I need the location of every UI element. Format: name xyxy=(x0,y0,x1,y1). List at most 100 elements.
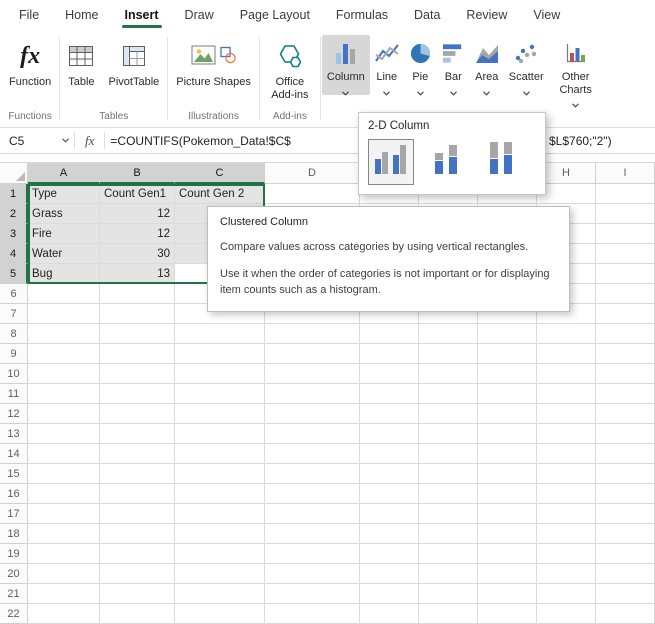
cell-A14[interactable] xyxy=(28,444,100,464)
cell-G8[interactable] xyxy=(478,324,537,344)
cell-B10[interactable] xyxy=(100,364,175,384)
cell-G13[interactable] xyxy=(478,424,537,444)
cell-C8[interactable] xyxy=(175,324,265,344)
line-chart-button[interactable]: Line xyxy=(370,35,404,95)
tab-draw[interactable]: Draw xyxy=(172,1,227,30)
cell-H13[interactable] xyxy=(537,424,596,444)
cell-B3[interactable]: 12 xyxy=(100,224,175,244)
cell-B22[interactable] xyxy=(100,604,175,624)
tab-review[interactable]: Review xyxy=(453,1,520,30)
col-header-C[interactable]: C xyxy=(175,162,265,184)
cell-E11[interactable] xyxy=(360,384,419,404)
cell-H11[interactable] xyxy=(537,384,596,404)
row-header-19[interactable]: 19 xyxy=(0,544,28,564)
cell-H21[interactable] xyxy=(537,584,596,604)
cell-E18[interactable] xyxy=(360,524,419,544)
cell-E16[interactable] xyxy=(360,484,419,504)
cell-I4[interactable] xyxy=(596,244,655,264)
row-header-9[interactable]: 9 xyxy=(0,344,28,364)
cell-G10[interactable] xyxy=(478,364,537,384)
cell-G18[interactable] xyxy=(478,524,537,544)
pie-chart-button[interactable]: Pie xyxy=(404,35,437,95)
cell-B6[interactable] xyxy=(100,284,175,304)
cell-D17[interactable] xyxy=(265,504,360,524)
cell-G16[interactable] xyxy=(478,484,537,504)
cell-E9[interactable] xyxy=(360,344,419,364)
option-100-percent-stacked-column[interactable] xyxy=(478,139,524,185)
col-header-B[interactable]: B xyxy=(100,162,175,184)
cell-A4[interactable]: Water xyxy=(28,244,100,264)
cell-A5[interactable]: Bug xyxy=(28,264,100,284)
row-header-5[interactable]: 5 xyxy=(0,264,28,284)
formula-input[interactable]: =COUNTIFS(Pokemon_Data!$C$ xyxy=(105,134,290,148)
cell-F16[interactable] xyxy=(419,484,478,504)
cell-I8[interactable] xyxy=(596,324,655,344)
cell-A22[interactable] xyxy=(28,604,100,624)
col-header-I[interactable]: I xyxy=(596,162,655,184)
cell-C22[interactable] xyxy=(175,604,265,624)
cell-B1[interactable]: Count Gen1 xyxy=(100,184,175,204)
cell-B12[interactable] xyxy=(100,404,175,424)
cell-A8[interactable] xyxy=(28,324,100,344)
cell-A17[interactable] xyxy=(28,504,100,524)
cell-B16[interactable] xyxy=(100,484,175,504)
cell-C14[interactable] xyxy=(175,444,265,464)
cell-F13[interactable] xyxy=(419,424,478,444)
row-header-17[interactable]: 17 xyxy=(0,504,28,524)
cell-G12[interactable] xyxy=(478,404,537,424)
cell-D14[interactable] xyxy=(265,444,360,464)
function-button[interactable]: fx Function xyxy=(2,35,58,92)
cell-I11[interactable] xyxy=(596,384,655,404)
cell-C18[interactable] xyxy=(175,524,265,544)
cell-E22[interactable] xyxy=(360,604,419,624)
cell-D15[interactable] xyxy=(265,464,360,484)
cell-I2[interactable] xyxy=(596,204,655,224)
cell-A13[interactable] xyxy=(28,424,100,444)
row-header-8[interactable]: 8 xyxy=(0,324,28,344)
cell-E14[interactable] xyxy=(360,444,419,464)
cell-A18[interactable] xyxy=(28,524,100,544)
cell-B20[interactable] xyxy=(100,564,175,584)
cell-D9[interactable] xyxy=(265,344,360,364)
bar-chart-button[interactable]: Bar xyxy=(437,35,470,95)
row-header-2[interactable]: 2 xyxy=(0,204,28,224)
cell-A6[interactable] xyxy=(28,284,100,304)
row-header-13[interactable]: 13 xyxy=(0,424,28,444)
cell-F20[interactable] xyxy=(419,564,478,584)
cell-H19[interactable] xyxy=(537,544,596,564)
cell-H20[interactable] xyxy=(537,564,596,584)
office-addins-button[interactable]: Office Add-ins xyxy=(261,35,319,104)
cell-B17[interactable] xyxy=(100,504,175,524)
cell-G21[interactable] xyxy=(478,584,537,604)
cell-C1[interactable]: Count Gen 2 xyxy=(175,184,265,204)
cell-D1[interactable] xyxy=(265,184,360,204)
cell-F18[interactable] xyxy=(419,524,478,544)
cell-E17[interactable] xyxy=(360,504,419,524)
other-charts-button[interactable]: Other Charts xyxy=(549,35,603,107)
cell-A1[interactable]: Type xyxy=(28,184,100,204)
cell-B15[interactable] xyxy=(100,464,175,484)
col-header-D[interactable]: D xyxy=(265,162,360,184)
cell-E12[interactable] xyxy=(360,404,419,424)
tab-file[interactable]: File xyxy=(6,1,52,30)
cell-C15[interactable] xyxy=(175,464,265,484)
picture-shapes-button[interactable]: Picture Shapes xyxy=(169,35,258,92)
row-header-22[interactable]: 22 xyxy=(0,604,28,624)
cell-F9[interactable] xyxy=(419,344,478,364)
cell-I1[interactable] xyxy=(596,184,655,204)
scatter-chart-button[interactable]: Scatter xyxy=(504,35,549,95)
cell-C11[interactable] xyxy=(175,384,265,404)
cell-A21[interactable] xyxy=(28,584,100,604)
select-all-corner[interactable] xyxy=(0,162,28,184)
cell-E15[interactable] xyxy=(360,464,419,484)
row-header-4[interactable]: 4 xyxy=(0,244,28,264)
cell-F14[interactable] xyxy=(419,444,478,464)
cell-B13[interactable] xyxy=(100,424,175,444)
cell-I22[interactable] xyxy=(596,604,655,624)
cell-E8[interactable] xyxy=(360,324,419,344)
cell-A2[interactable]: Grass xyxy=(28,204,100,224)
cell-D10[interactable] xyxy=(265,364,360,384)
cell-H22[interactable] xyxy=(537,604,596,624)
cell-H16[interactable] xyxy=(537,484,596,504)
cell-E13[interactable] xyxy=(360,424,419,444)
